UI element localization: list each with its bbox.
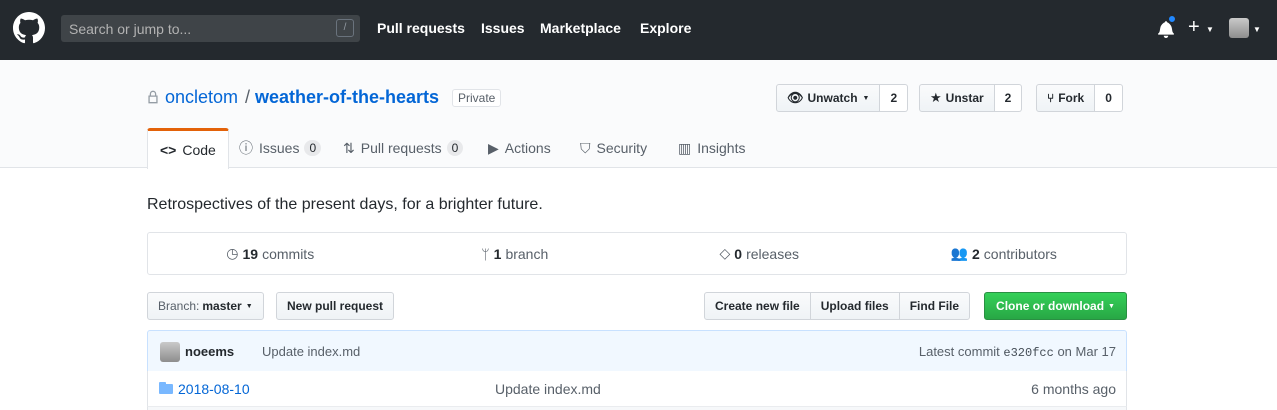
forks-count[interactable]: 0 — [1095, 84, 1123, 112]
commits-link[interactable]: ◷ 19 commits — [148, 233, 393, 274]
people-icon: 👥 — [950, 245, 968, 261]
pull-requests-counter: 0 — [446, 140, 464, 156]
tab-insights[interactable]: ▥ Insights — [678, 128, 745, 168]
tab-issues[interactable]: ⓘ Issues 0 — [239, 128, 322, 168]
user-menu-caret-icon[interactable]: ▼ — [1253, 25, 1261, 34]
fork-icon: ⑂ — [1047, 91, 1055, 105]
global-header: / Pull requests Issues Marketplace Explo… — [0, 0, 1277, 60]
stargazers-count[interactable]: 2 — [994, 84, 1023, 112]
tag-icon: ◇ — [719, 245, 731, 261]
tab-security[interactable]: ⛉ Security — [580, 128, 647, 168]
eye-icon: 👁 — [787, 90, 804, 105]
tab-security-label: Security — [596, 140, 648, 156]
find-file-button[interactable]: Find File — [898, 292, 971, 320]
file-commit-message-link[interactable]: Update index.md — [495, 381, 601, 397]
commit-message-link[interactable]: Update index.md — [262, 344, 360, 359]
file-actions-group: Create new file Upload files Find File — [704, 292, 971, 320]
file-name-link[interactable]: 2018-08-10 — [178, 381, 250, 397]
upload-files-button[interactable]: Upload files — [809, 292, 900, 320]
clone-label: Clone or download — [996, 299, 1105, 313]
fork-button-group: ⑂ Fork 0 — [1036, 84, 1123, 112]
nav-marketplace[interactable]: Marketplace — [540, 20, 621, 36]
nav-explore[interactable]: Explore — [640, 20, 691, 36]
commits-count: 19 — [242, 245, 259, 262]
tab-pull-requests-label: Pull requests — [360, 140, 442, 156]
unwatch-button[interactable]: 👁 Unwatch ▼ — [776, 84, 881, 112]
clone-or-download-button[interactable]: Clone or download ▼ — [984, 292, 1127, 320]
chevron-down-icon: ▼ — [1108, 302, 1115, 310]
repo-description: Retrospectives of the present days, for … — [147, 196, 543, 213]
branches-link[interactable]: ᛘ 1 branch — [393, 233, 638, 274]
private-badge: Private — [452, 89, 502, 107]
commit-sha-link[interactable]: e320fcc — [1003, 346, 1053, 360]
issue-icon: ⓘ — [239, 140, 253, 156]
shield-icon: ⛉ — [580, 139, 591, 156]
watch-button-group: 👁 Unwatch ▼ 2 — [776, 84, 909, 112]
releases-link[interactable]: ◇ 0 releases — [637, 233, 882, 274]
latest-commit-bar: noeems Update index.md Latest commit e32… — [147, 330, 1127, 372]
releases-count: 0 — [734, 245, 743, 262]
releases-label: releases — [746, 245, 799, 262]
pull-request-icon: ⇅ — [343, 139, 355, 156]
create-new-plus-icon[interactable]: + — [1188, 16, 1200, 39]
commits-label: commits — [262, 245, 315, 262]
numbers-summary: ◷ 19 commits ᛘ 1 branch ◇ 0 releases 👥 2… — [147, 232, 1127, 275]
repo-path-separator: / — [245, 87, 251, 107]
latest-commit-prefix: Latest commit — [918, 344, 1000, 359]
contributors-link[interactable]: 👥 2 contributors — [882, 233, 1127, 274]
tab-actions[interactable]: ▶ Actions — [488, 128, 551, 168]
repo-name-link[interactable]: weather-of-the-hearts — [255, 87, 439, 108]
commit-author-link[interactable]: noeems — [185, 344, 234, 359]
github-logo-icon[interactable] — [13, 12, 45, 44]
watchers-count[interactable]: 2 — [880, 84, 909, 112]
repo-owner-link[interactable]: oncletom — [165, 87, 238, 108]
unwatch-label: Unwatch — [807, 91, 858, 105]
code-icon: <> — [160, 142, 177, 158]
chevron-down-icon: ▼ — [862, 94, 870, 102]
tab-code[interactable]: <> Code — [147, 128, 229, 169]
notification-unread-dot — [1167, 14, 1177, 24]
graph-icon: ▥ — [678, 139, 692, 156]
latest-commit-info: Latest commit e320fcc on Mar 17 — [919, 344, 1116, 360]
new-pull-request-button[interactable]: New pull request — [276, 292, 395, 320]
chevron-down-icon: ▼ — [245, 302, 253, 310]
tab-actions-label: Actions — [504, 140, 551, 156]
tab-issues-label: Issues — [259, 140, 300, 156]
nav-pull-requests[interactable]: Pull requests — [377, 20, 465, 36]
unstar-label: Unstar — [945, 91, 984, 105]
contributors-label: contributors — [983, 245, 1057, 262]
unstar-button[interactable]: ★ Unstar — [919, 84, 995, 112]
branch-icon: ᛘ — [481, 245, 490, 262]
play-icon: ▶ — [488, 139, 499, 156]
folder-icon — [159, 382, 173, 394]
search-box[interactable]: / — [61, 15, 360, 42]
file-age: 6 months ago — [1031, 381, 1116, 397]
search-shortcut-hint: / — [336, 19, 354, 37]
create-menu-caret-icon[interactable]: ▼ — [1206, 25, 1214, 34]
commit-date: on Mar 17 — [1057, 344, 1116, 359]
branches-count: 1 — [493, 245, 502, 262]
branches-label: branch — [505, 245, 549, 262]
tab-pull-requests[interactable]: ⇅ Pull requests 0 — [343, 128, 464, 168]
issues-counter: 0 — [304, 140, 322, 156]
branch-prefix: Branch: — [158, 299, 200, 313]
file-row: 2018-08-10 Update index.md 6 months ago — [147, 371, 1127, 407]
star-icon: ★ — [930, 90, 942, 105]
history-icon: ◷ — [226, 245, 239, 261]
search-input[interactable] — [61, 15, 360, 42]
nav-issues[interactable]: Issues — [481, 20, 525, 36]
user-avatar[interactable] — [1229, 18, 1249, 38]
tab-insights-label: Insights — [697, 140, 746, 156]
branch-select-button[interactable]: Branch: master ▼ — [147, 292, 264, 320]
create-new-file-button[interactable]: Create new file — [704, 292, 811, 320]
tab-code-label: Code — [182, 142, 216, 158]
commit-author-avatar[interactable] — [160, 342, 180, 362]
contributors-count: 2 — [971, 245, 980, 262]
branch-name: master — [202, 299, 242, 313]
fork-label: Fork — [1058, 91, 1085, 105]
lock-icon — [148, 90, 158, 104]
fork-button[interactable]: ⑂ Fork — [1036, 84, 1096, 112]
star-button-group: ★ Unstar 2 — [919, 84, 1023, 112]
